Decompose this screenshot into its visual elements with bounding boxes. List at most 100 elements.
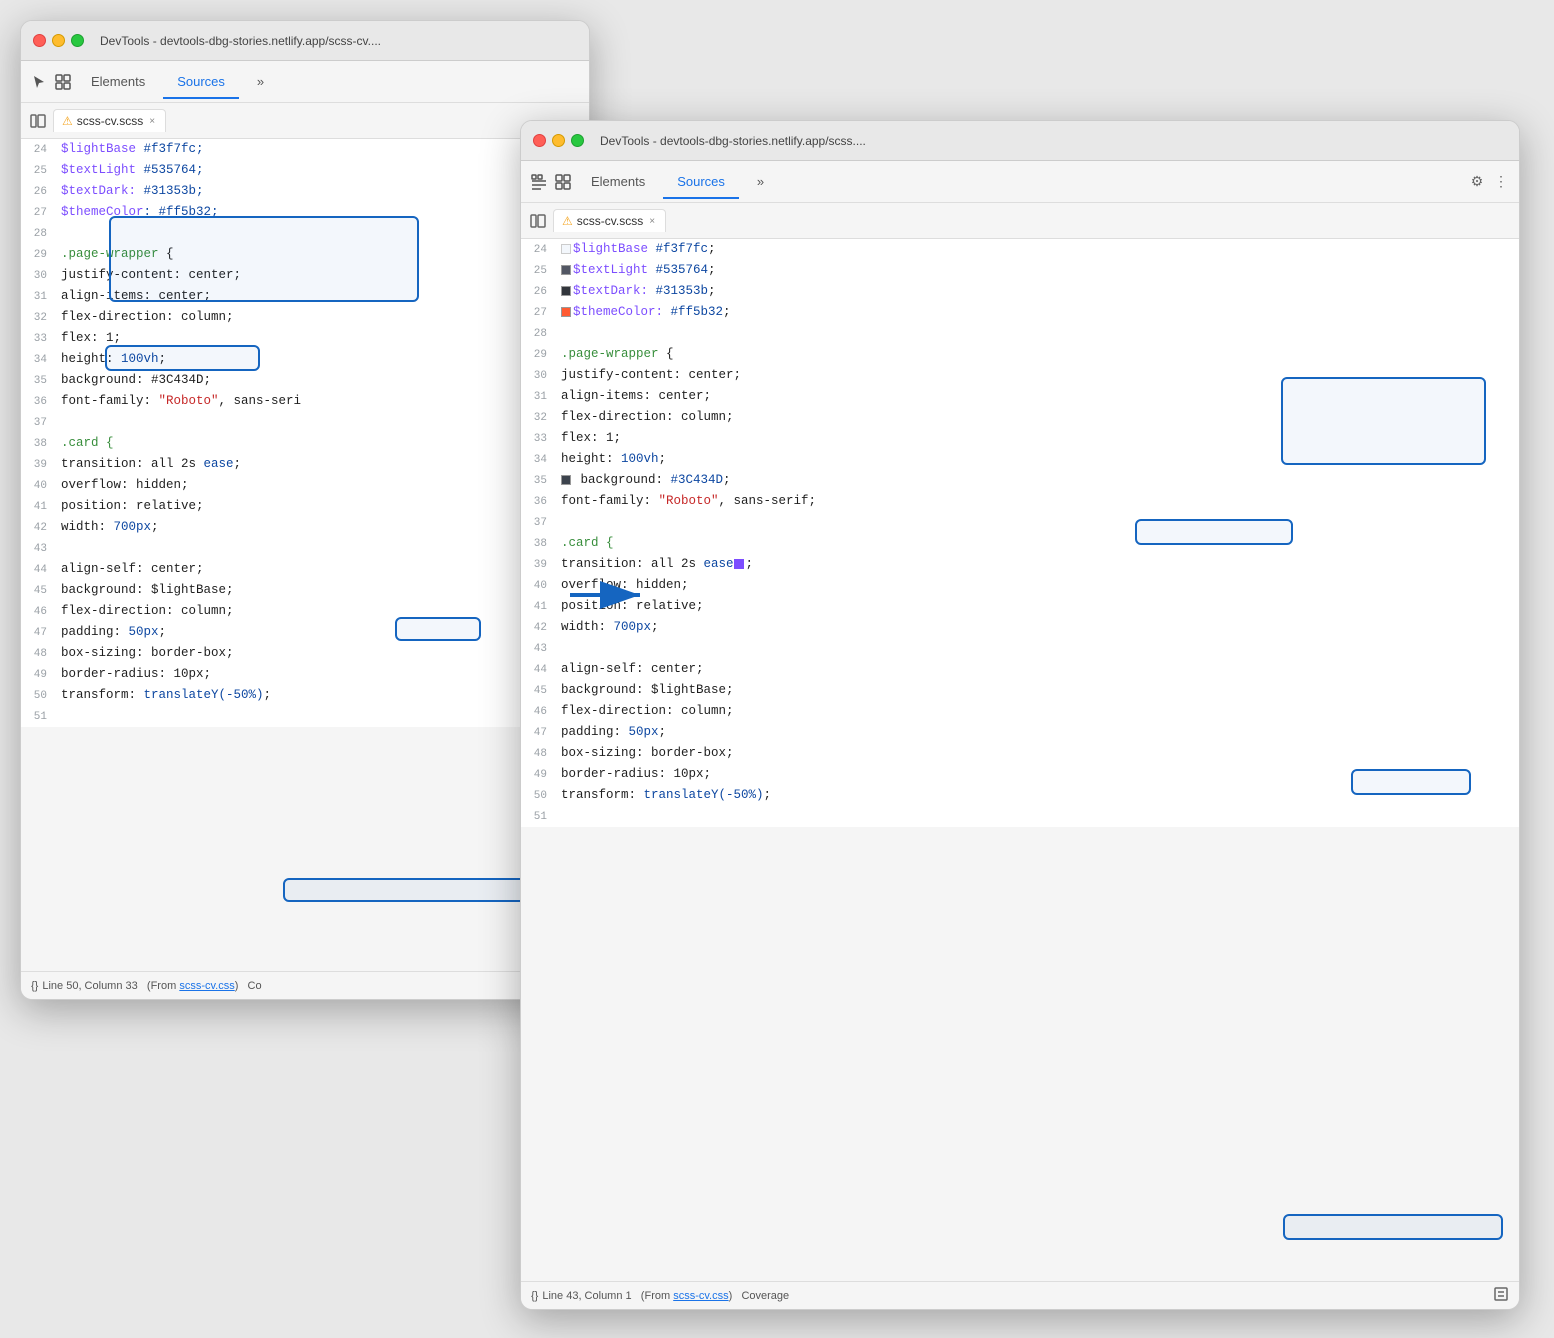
line-content-49: border-radius: 10px;: [557, 764, 711, 784]
tab-elements-right[interactable]: Elements: [577, 166, 659, 199]
cursor-icon[interactable]: [29, 72, 49, 92]
line-number-37: 37: [521, 513, 557, 533]
line-content-45: background: $lightBase;: [557, 680, 734, 700]
code-line-26: 26$textDark: #31353b;: [21, 181, 589, 202]
line-content-44: align-self: center;: [57, 559, 204, 579]
line-content-37: [57, 412, 69, 432]
line-content-29: .page-wrapper {: [557, 344, 674, 364]
gear-icon-right[interactable]: ⚙: [1467, 172, 1487, 192]
code-line-33: 33 flex: 1;: [21, 328, 589, 349]
line-number-29: 29: [521, 345, 557, 365]
close-button-right[interactable]: [533, 134, 546, 147]
panels-icon-right[interactable]: [553, 172, 573, 192]
toolbar-right-icons: ⚙ ⋮: [1467, 172, 1511, 192]
line-number-33: 33: [521, 429, 557, 449]
line-content-50: transform: translateY(-50%);: [557, 785, 771, 805]
line-content-37: [557, 512, 569, 532]
titlebar-left: DevTools - devtools-dbg-stories.netlify.…: [21, 21, 589, 61]
line-content-30: justify-content: center;: [57, 265, 241, 285]
code-line-47: 47 padding: 50px;: [21, 622, 589, 643]
line-content-31: align-items: center;: [57, 286, 211, 306]
panels-icon[interactable]: [53, 72, 73, 92]
line-content-46: flex-direction: column;: [57, 601, 234, 621]
maximize-button[interactable]: [71, 34, 84, 47]
maximize-button-right[interactable]: [571, 134, 584, 147]
line-content-38: .card {: [557, 533, 614, 553]
status-link-left[interactable]: scss-cv.css: [179, 980, 234, 992]
tab-more-left[interactable]: »: [243, 66, 278, 99]
code-editor-right[interactable]: 24$lightBase #f3f7fc;25$textLight #53576…: [521, 239, 1519, 827]
minimize-button-right[interactable]: [552, 134, 565, 147]
line-content-35: background: #3C434D;: [557, 470, 731, 490]
line-number-37: 37: [21, 413, 57, 433]
code-line-43: 43: [21, 538, 589, 559]
line-content-27: $themeColor: #ff5b32;: [57, 202, 219, 222]
line-number-49: 49: [521, 765, 557, 785]
line-number-51: 51: [21, 707, 57, 727]
line-number-38: 38: [21, 434, 57, 454]
color-swatch-24[interactable]: [561, 244, 571, 254]
line-number-47: 47: [21, 623, 57, 643]
code-line-51: 51: [21, 706, 589, 727]
warning-icon-right: ⚠: [562, 214, 573, 228]
line-content-42: width: 700px;: [557, 617, 659, 637]
tab-more-right[interactable]: »: [743, 166, 778, 199]
code-line-29: 29.page-wrapper {: [521, 344, 1519, 365]
close-button[interactable]: [33, 34, 46, 47]
line-number-28: 28: [521, 324, 557, 344]
cursor-icon-right[interactable]: [529, 172, 549, 192]
coverage-icon[interactable]: [1493, 1286, 1509, 1305]
sidebar-toggle-right[interactable]: [525, 208, 551, 234]
file-tab-right[interactable]: ⚠ scss-cv.scss ×: [553, 209, 666, 232]
sidebar-toggle-left[interactable]: [25, 108, 51, 134]
file-tab-left[interactable]: ⚠ scss-cv.scss ×: [53, 109, 166, 132]
code-editor-left[interactable]: 24$lightBase #f3f7fc;25$textLight #53576…: [21, 139, 589, 727]
status-bar-right: {} Line 43, Column 1 (From scss-cv.css) …: [521, 1281, 1519, 1309]
code-line-33: 33 flex: 1;: [521, 428, 1519, 449]
code-line-30: 30 justify-content: center;: [21, 265, 589, 286]
line-number-27: 27: [21, 203, 57, 223]
tab-sources-left[interactable]: Sources: [163, 66, 239, 99]
code-line-28: 28: [21, 223, 589, 244]
code-line-45: 45 background: $lightBase;: [21, 580, 589, 601]
close-tab-right[interactable]: ×: [647, 215, 657, 228]
line-content-43: [57, 538, 69, 558]
line-content-28: [557, 323, 569, 343]
code-line-48: 48 box-sizing: border-box;: [521, 743, 1519, 764]
code-line-50: 50 transform: translateY(-50%);: [21, 685, 589, 706]
braces-icon-left: {}: [31, 980, 38, 992]
color-swatch-ease[interactable]: [734, 559, 744, 569]
devtools-window-right: DevTools - devtools-dbg-stories.netlify.…: [520, 120, 1520, 1310]
close-tab-left[interactable]: ×: [147, 115, 157, 128]
line-number-34: 34: [521, 450, 557, 470]
line-number-27: 27: [521, 303, 557, 323]
minimize-button[interactable]: [52, 34, 65, 47]
color-swatch-26[interactable]: [561, 286, 571, 296]
line-content-26: $textDark: #31353b;: [57, 181, 204, 201]
kebab-icon-right[interactable]: ⋮: [1491, 172, 1511, 192]
tab-sources-right[interactable]: Sources: [663, 166, 739, 199]
line-number-30: 30: [521, 366, 557, 386]
devtools-body-right: Elements Sources » ⚙ ⋮ ⚠ scss-cv.scss ×: [521, 161, 1519, 1309]
tab-elements-left[interactable]: Elements: [77, 66, 159, 99]
line-content-29: .page-wrapper {: [57, 244, 174, 264]
line-number-30: 30: [21, 266, 57, 286]
line-content-39: transition: all 2s ease;: [557, 554, 753, 574]
status-link-right[interactable]: scss-cv.css: [673, 1290, 728, 1302]
traffic-lights-left: [33, 34, 84, 47]
code-line-27: 27$themeColor: #ff5b32;: [521, 302, 1519, 323]
line-content-40: overflow: hidden;: [57, 475, 189, 495]
line-content-24: $lightBase #f3f7fc;: [57, 139, 204, 159]
color-swatch-25[interactable]: [561, 265, 571, 275]
code-line-26: 26$textDark: #31353b;: [521, 281, 1519, 302]
code-area-left: 24$lightBase #f3f7fc;25$textLight #53576…: [21, 139, 589, 971]
code-line-30: 30 justify-content: center;: [521, 365, 1519, 386]
color-swatch-35[interactable]: [561, 475, 571, 485]
line-number-24: 24: [521, 240, 557, 260]
code-line-42: 42 width: 700px;: [21, 517, 589, 538]
color-swatch-27[interactable]: [561, 307, 571, 317]
code-line-45: 45 background: $lightBase;: [521, 680, 1519, 701]
line-content-47: padding: 50px;: [57, 622, 166, 642]
line-number-44: 44: [21, 560, 57, 580]
line-content-38: .card {: [57, 433, 114, 453]
